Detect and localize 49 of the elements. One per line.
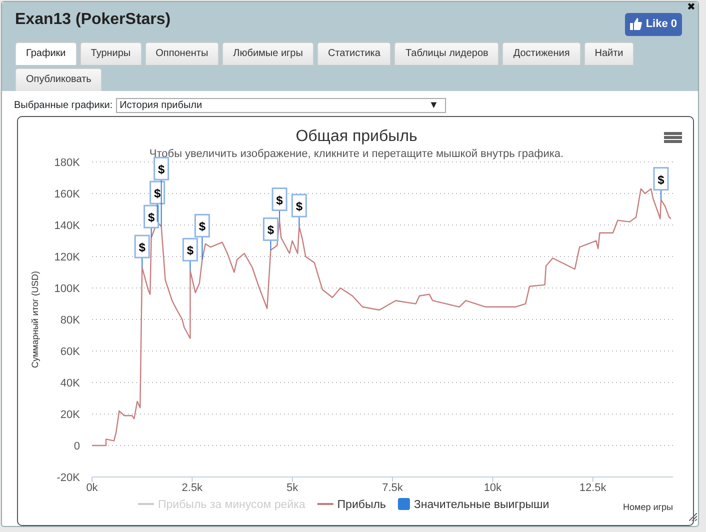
menu-icon (664, 132, 682, 142)
axis-title: Номер игры (623, 502, 673, 512)
annotation: $ (267, 222, 274, 237)
axis-tick-label: 7.5k (382, 482, 403, 494)
axis-tick-label: 80K (60, 314, 80, 326)
axis-tick-label: 100K (54, 282, 80, 294)
axis-tick-label: 0 (74, 440, 80, 452)
chart-subtitle: Чтобы увеличить изображение, кликните и перетащите мышкой внутрь графика. (149, 148, 564, 160)
axis-title: Суммарный итог (USD) (30, 270, 40, 368)
tab[interactable]: Оппоненты (144, 42, 220, 64)
field-label: Выбранные графики: (14, 98, 113, 112)
annotation: $ (154, 186, 161, 200)
axis-tick-label: 12.5k (579, 482, 606, 494)
tab[interactable]: Опубликовать (15, 68, 102, 90)
tab[interactable]: Таблицы лидеров (394, 42, 500, 64)
close-button[interactable]: ✖ (687, 2, 695, 13)
axis-tick-label: 0k (86, 482, 98, 494)
thumbs-up-icon (630, 18, 642, 30)
annotation: $ (296, 199, 303, 214)
like-button[interactable]: Like 0 (624, 13, 682, 36)
axis-tick-label: 60K (60, 346, 80, 358)
tab[interactable]: Статистика (316, 42, 392, 64)
axis-tick-label: -20K (56, 472, 80, 484)
axis-tick-label: 10k (484, 482, 502, 494)
legend-label: Прибыль (337, 498, 386, 510)
axis-tick-label: 120K (54, 251, 80, 263)
tab[interactable]: Турниры (80, 42, 142, 64)
axis-tick-label: 5k (286, 482, 298, 494)
annotation: $ (198, 219, 206, 234)
annotation: $ (276, 192, 284, 207)
annotation: $ (186, 243, 194, 258)
axis-tick-label: 40K (60, 377, 80, 389)
annotation: $ (158, 162, 165, 176)
axis-tick-label: 2.5k (182, 482, 203, 494)
annotation: $ (148, 210, 155, 224)
axis-tick-label: 140K (54, 220, 80, 232)
annotation: $ (658, 172, 665, 186)
axis-tick-label: 160K (54, 188, 80, 200)
annotation: $ (138, 240, 146, 254)
window-title: Exan13 (PokerStars) (15, 10, 171, 30)
tab[interactable]: Достижения (502, 42, 581, 64)
axis-tick-label: 180K (54, 156, 80, 168)
chart-title: Общая прибыль (296, 128, 418, 144)
axis-tick-label: 20K (60, 408, 80, 420)
tab[interactable]: Графики (15, 42, 77, 64)
chart-select[interactable]: История прибыли ▼ (116, 98, 446, 112)
legend-label: Значительные выигрыши (414, 498, 550, 510)
tab[interactable]: Любимые игры (222, 42, 314, 64)
tab[interactable]: Найти (584, 42, 634, 64)
